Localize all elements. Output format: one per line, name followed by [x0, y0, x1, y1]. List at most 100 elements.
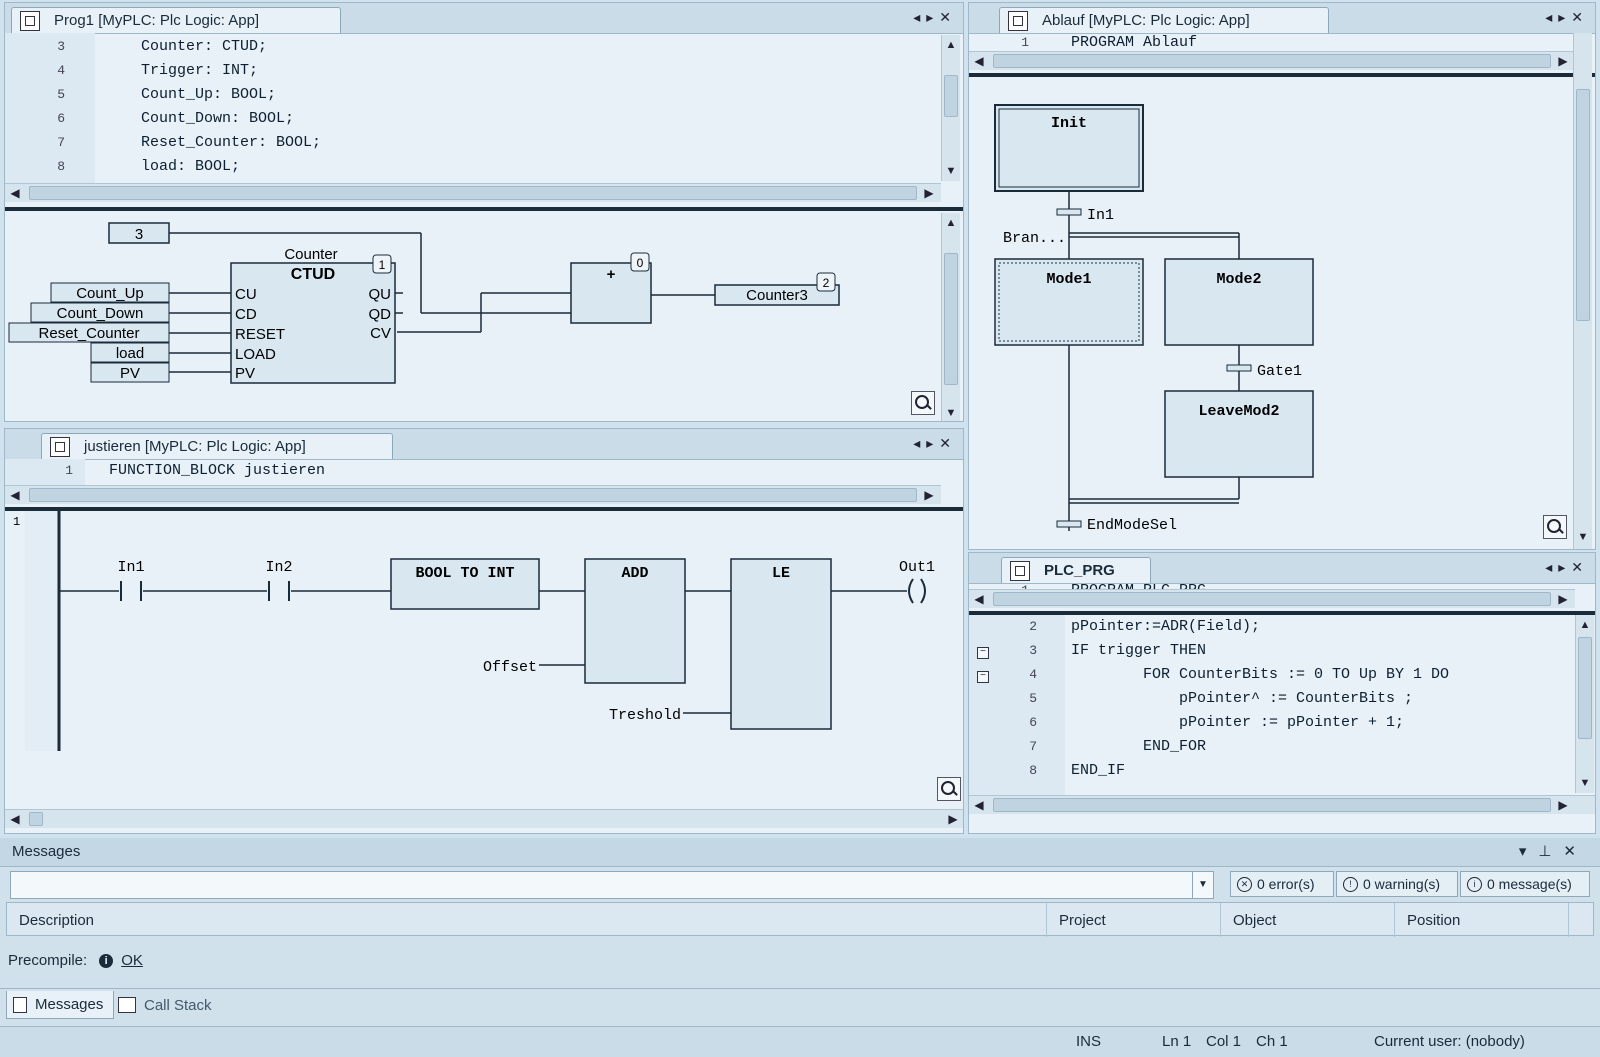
- plc-prg-tab[interactable]: PLC_PRG: [1001, 557, 1151, 583]
- step-mode1[interactable]: Mode1: [994, 258, 1144, 346]
- step-init[interactable]: Init: [994, 104, 1144, 192]
- scroll-right-icon[interactable]: ▶: [1555, 52, 1571, 70]
- ablauf-tab[interactable]: Ablauf [MyPLC: Plc Logic: App]: [999, 7, 1329, 33]
- column-position[interactable]: Position: [1395, 903, 1569, 937]
- threshold-input[interactable]: Treshold: [609, 707, 681, 724]
- scroll-right-icon[interactable]: ▶: [1555, 590, 1571, 608]
- decl-hscroll[interactable]: ◀ ▶: [969, 589, 1575, 608]
- column-object[interactable]: Object: [1221, 903, 1395, 937]
- offset-input[interactable]: Offset: [483, 659, 537, 676]
- fbd-vscroll[interactable]: ▲ ▼: [941, 213, 960, 421]
- message-filter-select[interactable]: ▼: [10, 871, 1214, 899]
- tab-nav-controls[interactable]: ◂▸✕: [913, 9, 957, 26]
- line-number: 5: [1029, 691, 1037, 706]
- plc-prg-body[interactable]: − − 2 pPointer:=ADR(Field); 3 IF trigger…: [969, 615, 1575, 811]
- scroll-down-icon[interactable]: ▼: [942, 163, 960, 179]
- branch-label[interactable]: Bran...: [1003, 230, 1066, 247]
- prog1-tab-title: Prog1 [MyPLC: Plc Logic: App]: [54, 12, 260, 29]
- decl-vscroll[interactable]: ▲ ▼: [941, 35, 960, 181]
- decl-hscroll[interactable]: ◀ ▶: [5, 485, 941, 504]
- ablauf-vscroll[interactable]: ▼: [1573, 33, 1592, 549]
- scroll-right-icon[interactable]: ▶: [945, 810, 961, 828]
- scroll-thumb[interactable]: [993, 798, 1551, 812]
- scroll-thumb[interactable]: [29, 488, 917, 502]
- fbd-input-vars[interactable]: Count_Up Count_Down Reset_Counter load P…: [8, 282, 170, 383]
- scroll-thumb[interactable]: [1576, 89, 1590, 321]
- constant-box[interactable]: 3: [108, 222, 170, 244]
- scroll-left-icon[interactable]: ◀: [971, 590, 987, 608]
- precompile-ok-link[interactable]: OK: [121, 952, 143, 969]
- editor-splitter[interactable]: [5, 207, 963, 211]
- messages-title: Messages: [12, 843, 81, 860]
- prog1-tab[interactable]: Prog1 [MyPLC: Plc Logic: App]: [11, 7, 341, 33]
- tab-messages[interactable]: Messages: [6, 991, 114, 1019]
- plc-prg-vscroll[interactable]: ▲ ▼: [1575, 615, 1594, 793]
- errors-filter-button[interactable]: ✕ 0 error(s): [1230, 871, 1334, 897]
- bool-to-int-block[interactable]: BOOL TO INT: [390, 558, 540, 610]
- le-block[interactable]: LE: [730, 558, 832, 730]
- tab-nav-controls[interactable]: ◂▸✕: [1545, 9, 1589, 26]
- scroll-down-icon[interactable]: ▼: [1576, 775, 1594, 791]
- messages-filter-button[interactable]: i 0 message(s): [1460, 871, 1590, 897]
- add-block[interactable]: ADD: [584, 558, 686, 684]
- editor-splitter[interactable]: [969, 73, 1595, 77]
- tab-nav-controls[interactable]: ◂▸✕: [913, 435, 957, 452]
- coil-out1[interactable]: Out1: [899, 559, 935, 604]
- add-operator-block[interactable]: + 0: [570, 252, 652, 324]
- messages-header: Messages ▾⊥✕: [0, 838, 1600, 867]
- scroll-left-icon[interactable]: ◀: [7, 486, 23, 504]
- step-leavemod2[interactable]: LeaveMod2: [1164, 390, 1314, 478]
- fbd-diagram[interactable]: 3 Count_Up Count_Down Reset_Counter load…: [5, 213, 941, 422]
- sfc-diagram[interactable]: Init In1 Bran... Mode1 Mode2 Gate1 Leave…: [969, 79, 1573, 549]
- scroll-right-icon[interactable]: ▶: [921, 184, 937, 202]
- tab-nav-controls[interactable]: ◂▸✕: [1545, 559, 1589, 576]
- step-mode2[interactable]: Mode2: [1164, 258, 1314, 346]
- scroll-up-icon[interactable]: ▲: [1576, 617, 1594, 633]
- scroll-thumb[interactable]: [944, 253, 958, 385]
- scroll-thumb[interactable]: [993, 592, 1551, 606]
- justieren-tab[interactable]: justieren [MyPLC: Plc Logic: App]: [41, 433, 393, 459]
- dropdown-arrow-icon[interactable]: ▼: [1192, 872, 1213, 898]
- code-text: pPointer := pPointer + 1;: [1071, 714, 1405, 731]
- scroll-thumb[interactable]: [29, 186, 917, 200]
- decl-hscroll[interactable]: ◀ ▶: [5, 183, 941, 202]
- scroll-thumb[interactable]: [29, 812, 43, 826]
- code-text: PROGRAM Ablauf: [1071, 34, 1198, 51]
- transition-endmodesel[interactable]: EndModeSel: [1056, 517, 1177, 534]
- column-project[interactable]: Project: [1047, 903, 1221, 937]
- justieren-declaration[interactable]: 1 FUNCTION_BLOCK justieren: [5, 459, 941, 485]
- scroll-down-icon[interactable]: ▼: [1574, 529, 1592, 545]
- scroll-left-icon[interactable]: ◀: [971, 52, 987, 70]
- input-var: load: [116, 345, 144, 362]
- info-icon: i: [99, 953, 114, 968]
- scroll-thumb[interactable]: [993, 54, 1551, 68]
- scroll-left-icon[interactable]: ◀: [971, 796, 987, 814]
- scroll-right-icon[interactable]: ▶: [921, 486, 937, 504]
- ablauf-declaration[interactable]: 1 PROGRAM Ablauf: [969, 33, 1575, 53]
- scroll-up-icon[interactable]: ▲: [942, 37, 960, 53]
- decl-hscroll[interactable]: ◀ ▶: [969, 51, 1575, 70]
- contact-in1[interactable]: In1: [117, 559, 145, 601]
- ladder-diagram[interactable]: 1 In1 In2 BOOL TO INT ADD LE Offset Tres…: [5, 511, 941, 811]
- zoom-icon[interactable]: [1543, 515, 1567, 539]
- panel-controls[interactable]: ▾⊥✕: [1519, 842, 1588, 860]
- warnings-filter-button[interactable]: ! 0 warning(s): [1336, 871, 1458, 897]
- zoom-icon[interactable]: [937, 777, 961, 801]
- scroll-left-icon[interactable]: ◀: [7, 184, 23, 202]
- scroll-up-icon[interactable]: ▲: [942, 215, 960, 231]
- body-hscroll[interactable]: ◀ ▶: [969, 795, 1595, 814]
- tab-call-stack[interactable]: Call Stack: [118, 991, 212, 1019]
- column-description[interactable]: Description: [7, 903, 1047, 937]
- ld-hscroll[interactable]: ◀ ▶: [5, 809, 963, 828]
- prog1-declaration[interactable]: 3 Counter: CTUD; 4 Trigger: INT; 5 Count…: [5, 33, 941, 183]
- scroll-thumb[interactable]: [944, 75, 958, 117]
- scroll-down-icon[interactable]: ▼: [942, 405, 960, 421]
- output-var-box[interactable]: Counter3 2: [714, 272, 840, 306]
- scroll-left-icon[interactable]: ◀: [7, 810, 23, 828]
- contact-in2[interactable]: In2: [265, 559, 293, 601]
- transition-in1[interactable]: In1: [1056, 207, 1114, 224]
- scroll-thumb[interactable]: [1578, 637, 1592, 739]
- scroll-right-icon[interactable]: ▶: [1555, 796, 1571, 814]
- zoom-icon[interactable]: [911, 391, 935, 415]
- ctud-block[interactable]: Counter CTUD 1 CU CD RESET LOAD PV QU QD…: [230, 246, 396, 384]
